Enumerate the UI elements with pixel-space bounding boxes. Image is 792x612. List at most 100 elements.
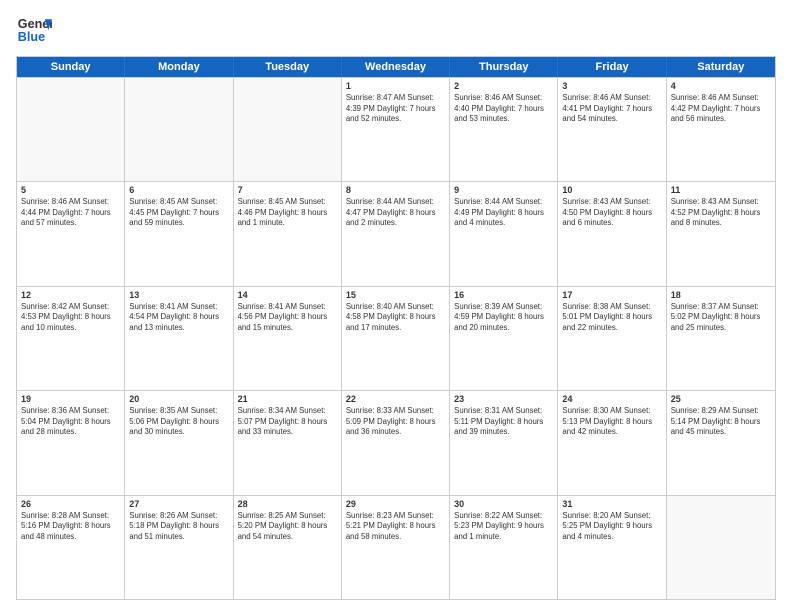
- day-cell-26: 26 Sunrise: 8:28 AM Sunset: 5:16 PM Dayli…: [17, 496, 125, 599]
- day-info: Sunrise: 8:45 AM Sunset: 4:46 PM Dayligh…: [238, 197, 337, 229]
- day-info: Sunrise: 8:42 AM Sunset: 4:53 PM Dayligh…: [21, 302, 120, 334]
- day-number: 24: [562, 394, 661, 404]
- header-cell-monday: Monday: [125, 57, 233, 77]
- day-cell-22: 22Sunrise: 8:33 AM Sunset: 5:09 PM Dayli…: [342, 391, 450, 494]
- header-cell-tuesday: Tuesday: [234, 57, 342, 77]
- header-cell-thursday: Thursday: [450, 57, 558, 77]
- day-info: Sunrise: 8:36 AM Sunset: 5:04 PM Dayligh…: [21, 406, 120, 438]
- day-number: 21: [238, 394, 337, 404]
- calendar-week-1: 1 Sunrise: 8:47 AM Sunset: 4:39 PM Daylig…: [17, 77, 775, 181]
- day-cell-14: 14 Sunrise: 8:41 AM Sunset: 4:56 PM Dayli…: [234, 287, 342, 390]
- day-cell-9: 9Sunrise: 8:44 AM Sunset: 4:49 PM Daylig…: [450, 182, 558, 285]
- day-info: Sunrise: 8:41 AM Sunset: 4:54 PM Dayligh…: [129, 302, 228, 334]
- calendar-header-row: SundayMondayTuesdayWednesdayThursdayFrid…: [17, 57, 775, 77]
- day-info: Sunrise: 8:43 AM Sunset: 4:50 PM Dayligh…: [562, 197, 661, 229]
- day-info: Sunrise: 8:41 AM Sunset: 4:56 PM Dayligh…: [238, 302, 337, 334]
- logo: General Blue: [16, 12, 52, 48]
- day-info: Sunrise: 8:46 AM Sunset: 4:42 PM Dayligh…: [671, 93, 771, 125]
- day-info: Sunrise: 8:39 AM Sunset: 4:59 PM Dayligh…: [454, 302, 553, 334]
- day-info: Sunrise: 8:33 AM Sunset: 5:09 PM Dayligh…: [346, 406, 445, 438]
- calendar-week-4: 19 Sunrise: 8:36 AM Sunset: 5:04 PM Dayli…: [17, 390, 775, 494]
- day-info: Sunrise: 8:38 AM Sunset: 5:01 PM Dayligh…: [562, 302, 661, 334]
- page: General Blue SundayMondayTuesdayWednesda…: [0, 0, 792, 612]
- day-info: Sunrise: 8:46 AM Sunset: 4:44 PM Dayligh…: [21, 197, 120, 229]
- day-number: 27: [129, 499, 228, 509]
- day-cell-31: 31 Sunrise: 8:20 AM Sunset: 5:25 PM Dayli…: [558, 496, 666, 599]
- day-number: 5: [21, 185, 120, 195]
- day-info: Sunrise: 8:46 AM Sunset: 4:40 PM Dayligh…: [454, 93, 553, 125]
- day-number: 11: [671, 185, 771, 195]
- day-cell-7: 7 Sunrise: 8:45 AM Sunset: 4:46 PM Daylig…: [234, 182, 342, 285]
- day-number: 16: [454, 290, 553, 300]
- day-cell-21: 21 Sunrise: 8:34 AM Sunset: 5:07 PM Dayli…: [234, 391, 342, 494]
- day-number: 9: [454, 185, 553, 195]
- day-number: 26: [21, 499, 120, 509]
- day-cell-29: 29 Sunrise: 8:23 AM Sunset: 5:21 PM Dayli…: [342, 496, 450, 599]
- day-cell-19: 19 Sunrise: 8:36 AM Sunset: 5:04 PM Dayli…: [17, 391, 125, 494]
- header-cell-wednesday: Wednesday: [342, 57, 450, 77]
- day-cell-empty: [667, 496, 775, 599]
- day-cell-12: 12 Sunrise: 8:42 AM Sunset: 4:53 PM Dayli…: [17, 287, 125, 390]
- day-cell-16: 16 Sunrise: 8:39 AM Sunset: 4:59 PM Dayli…: [450, 287, 558, 390]
- day-cell-empty: [17, 78, 125, 181]
- day-cell-23: 23 Sunrise: 8:31 AM Sunset: 5:11 PM Dayli…: [450, 391, 558, 494]
- day-info: Sunrise: 8:25 AM Sunset: 5:20 PM Dayligh…: [238, 511, 337, 543]
- day-number: 15: [346, 290, 445, 300]
- header-cell-saturday: Saturday: [667, 57, 775, 77]
- day-info: Sunrise: 8:43 AM Sunset: 4:52 PM Dayligh…: [671, 197, 771, 229]
- day-info: Sunrise: 8:45 AM Sunset: 4:45 PM Dayligh…: [129, 197, 228, 229]
- day-info: Sunrise: 8:28 AM Sunset: 5:16 PM Dayligh…: [21, 511, 120, 543]
- day-number: 30: [454, 499, 553, 509]
- header-cell-friday: Friday: [558, 57, 666, 77]
- day-number: 29: [346, 499, 445, 509]
- day-cell-11: 11 Sunrise: 8:43 AM Sunset: 4:52 PM Dayli…: [667, 182, 775, 285]
- day-number: 7: [238, 185, 337, 195]
- day-cell-empty: [125, 78, 233, 181]
- day-cell-17: 17 Sunrise: 8:38 AM Sunset: 5:01 PM Dayli…: [558, 287, 666, 390]
- day-number: 6: [129, 185, 228, 195]
- calendar-body: 1 Sunrise: 8:47 AM Sunset: 4:39 PM Daylig…: [17, 77, 775, 599]
- day-cell-3: 3 Sunrise: 8:46 AM Sunset: 4:41 PM Daylig…: [558, 78, 666, 181]
- day-number: 31: [562, 499, 661, 509]
- day-info: Sunrise: 8:31 AM Sunset: 5:11 PM Dayligh…: [454, 406, 553, 438]
- day-number: 18: [671, 290, 771, 300]
- logo-icon: General Blue: [16, 12, 52, 48]
- day-info: Sunrise: 8:46 AM Sunset: 4:41 PM Dayligh…: [562, 93, 661, 125]
- day-cell-4: 4 Sunrise: 8:46 AM Sunset: 4:42 PM Daylig…: [667, 78, 775, 181]
- calendar: SundayMondayTuesdayWednesdayThursdayFrid…: [16, 56, 776, 600]
- day-info: Sunrise: 8:26 AM Sunset: 5:18 PM Dayligh…: [129, 511, 228, 543]
- day-cell-13: 13Sunrise: 8:41 AM Sunset: 4:54 PM Dayli…: [125, 287, 233, 390]
- day-number: 25: [671, 394, 771, 404]
- day-number: 14: [238, 290, 337, 300]
- day-number: 17: [562, 290, 661, 300]
- day-info: Sunrise: 8:23 AM Sunset: 5:21 PM Dayligh…: [346, 511, 445, 543]
- day-info: Sunrise: 8:40 AM Sunset: 4:58 PM Dayligh…: [346, 302, 445, 334]
- day-info: Sunrise: 8:37 AM Sunset: 5:02 PM Dayligh…: [671, 302, 771, 334]
- day-info: Sunrise: 8:44 AM Sunset: 4:47 PM Dayligh…: [346, 197, 445, 229]
- day-number: 23: [454, 394, 553, 404]
- day-cell-6: 6 Sunrise: 8:45 AM Sunset: 4:45 PM Daylig…: [125, 182, 233, 285]
- day-info: Sunrise: 8:47 AM Sunset: 4:39 PM Dayligh…: [346, 93, 445, 125]
- day-info: Sunrise: 8:35 AM Sunset: 5:06 PM Dayligh…: [129, 406, 228, 438]
- day-cell-20: 20Sunrise: 8:35 AM Sunset: 5:06 PM Dayli…: [125, 391, 233, 494]
- day-cell-24: 24 Sunrise: 8:30 AM Sunset: 5:13 PM Dayli…: [558, 391, 666, 494]
- day-cell-27: 27 Sunrise: 8:26 AM Sunset: 5:18 PM Dayli…: [125, 496, 233, 599]
- day-number: 3: [562, 81, 661, 91]
- day-info: Sunrise: 8:22 AM Sunset: 5:23 PM Dayligh…: [454, 511, 553, 543]
- day-info: Sunrise: 8:30 AM Sunset: 5:13 PM Dayligh…: [562, 406, 661, 438]
- day-number: 1: [346, 81, 445, 91]
- day-cell-5: 5 Sunrise: 8:46 AM Sunset: 4:44 PM Daylig…: [17, 182, 125, 285]
- day-cell-10: 10Sunrise: 8:43 AM Sunset: 4:50 PM Dayli…: [558, 182, 666, 285]
- day-number: 19: [21, 394, 120, 404]
- day-info: Sunrise: 8:34 AM Sunset: 5:07 PM Dayligh…: [238, 406, 337, 438]
- day-number: 12: [21, 290, 120, 300]
- day-cell-28: 28Sunrise: 8:25 AM Sunset: 5:20 PM Dayli…: [234, 496, 342, 599]
- day-cell-15: 15 Sunrise: 8:40 AM Sunset: 4:58 PM Dayli…: [342, 287, 450, 390]
- header-cell-sunday: Sunday: [17, 57, 125, 77]
- day-cell-empty: [234, 78, 342, 181]
- day-cell-18: 18 Sunrise: 8:37 AM Sunset: 5:02 PM Dayli…: [667, 287, 775, 390]
- day-info: Sunrise: 8:20 AM Sunset: 5:25 PM Dayligh…: [562, 511, 661, 543]
- day-number: 4: [671, 81, 771, 91]
- day-cell-25: 25Sunrise: 8:29 AM Sunset: 5:14 PM Dayli…: [667, 391, 775, 494]
- calendar-week-2: 5 Sunrise: 8:46 AM Sunset: 4:44 PM Daylig…: [17, 181, 775, 285]
